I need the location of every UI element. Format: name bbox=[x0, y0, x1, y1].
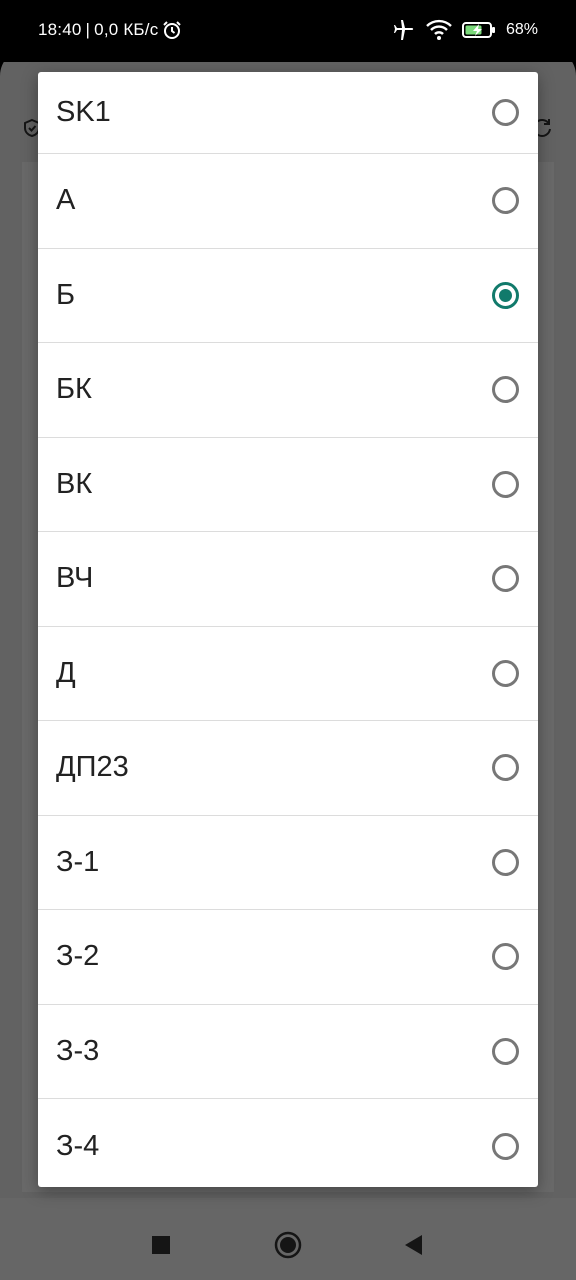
option-label: З-1 bbox=[56, 845, 100, 878]
option-label: З-4 bbox=[56, 1129, 100, 1162]
network-speed: 0,0 КБ/с bbox=[94, 20, 159, 39]
radio-button[interactable] bbox=[492, 187, 519, 215]
option-item[interactable]: З-3 bbox=[38, 1005, 538, 1099]
option-item[interactable]: Д bbox=[38, 627, 538, 721]
option-label: А bbox=[56, 184, 76, 217]
status-separator: | bbox=[85, 20, 91, 39]
option-label: З-2 bbox=[56, 940, 100, 973]
radio-button-checked[interactable] bbox=[492, 281, 519, 309]
option-item[interactable]: БК bbox=[38, 343, 538, 438]
option-label: Б bbox=[56, 278, 76, 311]
radio-button[interactable] bbox=[492, 1132, 519, 1160]
option-item[interactable]: ВК bbox=[38, 438, 538, 532]
radio-button[interactable] bbox=[492, 99, 519, 126]
radio-button[interactable] bbox=[492, 848, 519, 876]
screen: 18:40 | 0,0 КБ/с 68% SK1 А Б БК ВК ВЧ Д … bbox=[0, 0, 576, 1280]
option-label: БК bbox=[56, 373, 92, 406]
radio-button[interactable] bbox=[492, 1037, 519, 1065]
wifi-icon bbox=[426, 19, 452, 40]
selection-dialog: SK1 А Б БК ВК ВЧ Д ДП23 З-1 З-2 З-3 З-4 bbox=[38, 72, 538, 1187]
option-item[interactable]: З-2 bbox=[38, 910, 538, 1005]
option-item[interactable]: А bbox=[38, 154, 538, 249]
option-item[interactable]: ДП23 bbox=[38, 721, 538, 816]
option-item-selected[interactable]: Б bbox=[38, 249, 538, 343]
option-label: ВК bbox=[56, 467, 93, 500]
airplane-icon bbox=[393, 20, 414, 40]
radio-button[interactable] bbox=[492, 754, 519, 782]
option-item[interactable]: З-4 bbox=[38, 1099, 538, 1187]
option-item[interactable]: ВЧ bbox=[38, 532, 538, 627]
radio-button[interactable] bbox=[492, 659, 519, 687]
option-label: ДП23 bbox=[56, 751, 129, 784]
alarm-icon bbox=[163, 21, 182, 39]
option-item[interactable]: SK1 bbox=[38, 72, 538, 154]
option-label: SK1 bbox=[56, 96, 111, 128]
status-time: 18:40 bbox=[38, 20, 82, 39]
radio-button[interactable] bbox=[492, 943, 519, 971]
status-bar: 18:40 | 0,0 КБ/с 68% bbox=[0, 0, 576, 62]
battery-charging-icon bbox=[461, 22, 495, 38]
status-right: 68% bbox=[392, 18, 538, 42]
status-left: 18:40 | 0,0 КБ/с bbox=[38, 20, 182, 40]
option-item[interactable]: З-1 bbox=[38, 816, 538, 910]
option-label: Д bbox=[56, 656, 76, 689]
battery-percent: 68% bbox=[505, 21, 538, 38]
option-label: З-3 bbox=[56, 1034, 100, 1067]
radio-button[interactable] bbox=[492, 470, 519, 498]
radio-button[interactable] bbox=[492, 376, 519, 404]
radio-button[interactable] bbox=[492, 565, 519, 593]
option-label: ВЧ bbox=[56, 562, 94, 595]
